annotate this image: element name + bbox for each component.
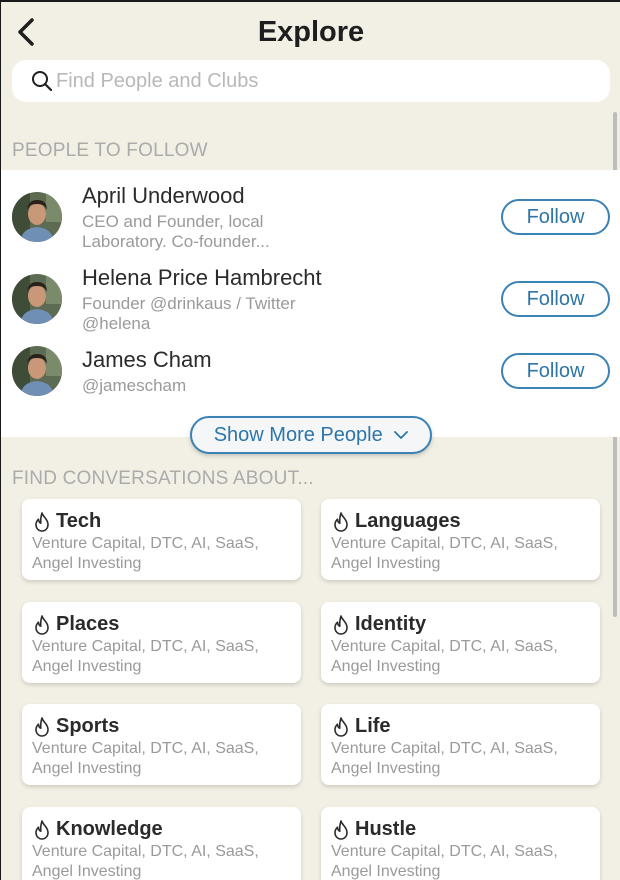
topic-description: Venture Capital, DTC, AI, SaaS, Angel In… (32, 842, 259, 880)
topic-description: Venture Capital, DTC, AI, SaaS, Angel In… (32, 637, 259, 675)
topic-description: Venture Capital, DTC, AI, SaaS, Angel In… (331, 637, 558, 675)
show-more-people-button[interactable]: Show More People (190, 416, 432, 454)
person-name[interactable]: Helena Price Hambrecht (82, 265, 322, 291)
topic-title: Sports (56, 715, 120, 737)
topic-description: Venture Capital, DTC, AI, SaaS, Angel In… (32, 535, 259, 572)
flame-icon (35, 614, 49, 635)
conversations-section-title: FIND CONVERSATIONS ABOUT... (12, 468, 314, 489)
show-more-label: Show More People (213, 424, 383, 446)
follow-button[interactable]: Follow (501, 281, 610, 317)
topic-title: Tech (56, 510, 102, 532)
flame-icon (334, 717, 348, 737)
topic-card-sports[interactable]: Sports Venture Capital, DTC, AI, SaaS, An… (22, 704, 301, 785)
topic-title: Life (355, 715, 391, 737)
topic-description: Venture Capital, DTC, AI, SaaS, Angel In… (331, 740, 558, 777)
avatar[interactable] (12, 192, 62, 242)
flame-icon (334, 614, 348, 635)
search-input[interactable] (56, 66, 596, 96)
topic-title: Places (56, 612, 120, 635)
topic-card-knowledge[interactable]: Knowledge Venture Capital, DTC, AI, SaaS,… (22, 806, 301, 880)
topic-card-places[interactable]: Places Venture Capital, DTC, AI, SaaS, An… (22, 601, 301, 683)
topic-title: Languages (355, 510, 461, 532)
avatar-image (12, 192, 62, 242)
topic-description: Venture Capital, DTC, AI, SaaS, Angel In… (331, 535, 558, 572)
search-icon (32, 71, 53, 92)
topic-title: Identity (355, 612, 427, 635)
topic-description: Venture Capital, DTC, AI, SaaS, Angel In… (32, 740, 259, 777)
chevron-down-icon (394, 431, 409, 439)
flame-icon (334, 819, 348, 840)
search-bar[interactable] (12, 60, 610, 102)
avatar[interactable] (12, 274, 62, 324)
flame-icon (35, 717, 49, 737)
person-name[interactable]: James Cham (82, 347, 212, 373)
topic-card-tech[interactable]: Tech Venture Capital, DTC, AI, SaaS, Ange… (22, 499, 301, 580)
flame-icon (35, 819, 49, 840)
person-bio: CEO and Founder, local Laboratory. Co-fo… (82, 212, 270, 251)
topic-description: Venture Capital, DTC, AI, SaaS, Angel In… (331, 842, 558, 880)
person-bio: @jamescham (82, 376, 187, 395)
header: Explore (1, 2, 620, 60)
topic-card-identity[interactable]: Identity Venture Capital, DTC, AI, SaaS, … (321, 601, 600, 683)
follow-button[interactable]: Follow (501, 353, 610, 389)
avatar[interactable] (12, 346, 62, 396)
people-section-title: PEOPLE TO FOLLOW (12, 140, 208, 161)
topic-title: Knowledge (56, 817, 163, 840)
page-title: Explore (257, 16, 365, 48)
topic-card-hustle[interactable]: Hustle Venture Capital, DTC, AI, SaaS, An… (321, 806, 600, 880)
person-name[interactable]: April Underwood (82, 183, 245, 209)
flame-icon (334, 512, 348, 532)
person-bio: Founder @drinkaus / Twitter @helena (82, 294, 296, 333)
follow-button[interactable]: Follow (501, 199, 610, 235)
people-list: April Underwood CEO and Founder, local L… (1, 170, 620, 437)
topic-title: Hustle (355, 817, 417, 840)
avatar-image (12, 274, 62, 324)
topic-card-languages[interactable]: Languages Venture Capital, DTC, AI, SaaS,… (321, 499, 600, 580)
topic-card-life[interactable]: Life Venture Capital, DTC, AI, SaaS, Ange… (321, 704, 600, 785)
avatar-image (12, 346, 62, 396)
flame-icon (35, 512, 49, 532)
